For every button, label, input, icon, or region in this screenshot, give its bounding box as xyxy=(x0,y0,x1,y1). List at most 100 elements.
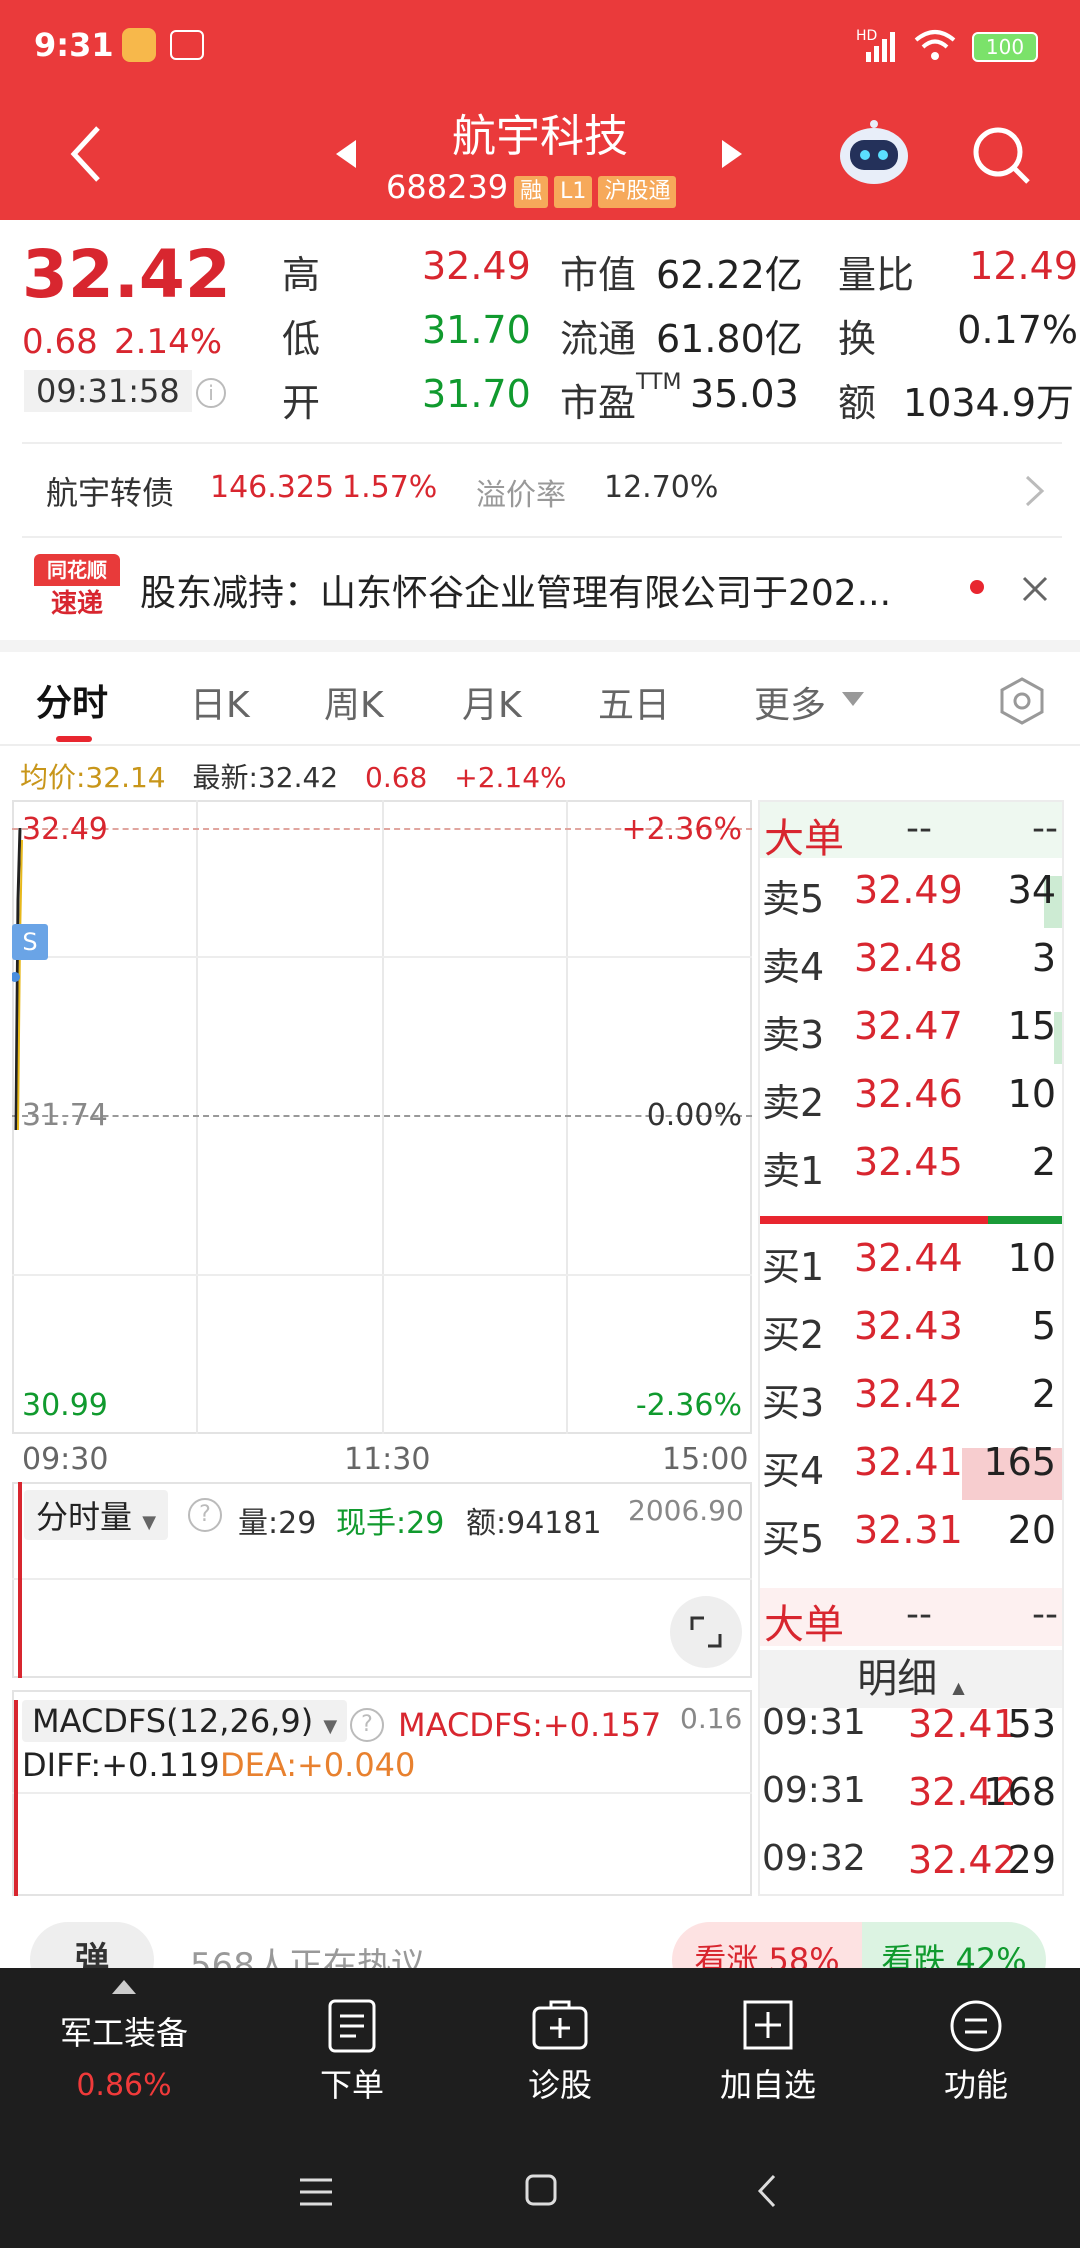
tick-volume: 168 xyxy=(983,1770,1056,1814)
float-label: 流通 xyxy=(560,317,637,361)
tab-weekly-k[interactable]: 周K xyxy=(324,676,384,728)
close-icon[interactable] xyxy=(1020,574,1050,604)
function-button[interactable]: 功能 xyxy=(896,1998,1056,2106)
next-stock-icon[interactable] xyxy=(720,138,744,170)
grid-line xyxy=(12,1792,752,1794)
premium-label: 溢价率 xyxy=(476,478,566,513)
sector-button[interactable]: 军工装备 0.86% xyxy=(36,1980,212,2103)
info-icon[interactable]: i xyxy=(196,378,226,408)
info-change: 0.68 xyxy=(365,761,428,794)
bid-label: 买2 xyxy=(762,1313,825,1357)
sell-row-3[interactable]: 卖3 32.47 15 xyxy=(762,1004,1062,1070)
turnover-label: 换 xyxy=(838,317,877,361)
diagnose-button[interactable]: 诊股 xyxy=(480,1998,640,2106)
convertible-bond-row[interactable]: 航宇转债 146.325 1.57% 溢价率 12.70% xyxy=(0,446,1080,536)
prev-stock-icon[interactable] xyxy=(334,138,358,170)
buy-row-3[interactable]: 买3 32.42 2 xyxy=(762,1372,1062,1438)
ask-size: 34 xyxy=(1007,868,1056,912)
order-icon xyxy=(328,1999,376,2053)
back-arrow-icon[interactable] xyxy=(66,124,106,184)
caret-down-icon xyxy=(842,692,864,706)
search-icon[interactable] xyxy=(970,124,1032,186)
order-button[interactable]: 下单 xyxy=(272,1998,432,2106)
turnover-value: 0.17% xyxy=(957,308,1078,352)
bid-price: 32.43 xyxy=(854,1304,963,1348)
bullish-button[interactable]: 看涨 58% xyxy=(672,1922,862,1968)
tick-row: 09:32 32.42 29 xyxy=(762,1838,1062,1904)
danmaku-button[interactable]: 弹 xyxy=(30,1922,154,1968)
big-order-v2: -- xyxy=(1032,808,1058,849)
grid-line xyxy=(12,956,752,958)
settings-hex-icon[interactable] xyxy=(998,676,1046,726)
tab-more[interactable]: 更多 xyxy=(754,676,826,728)
sell-row-4[interactable]: 卖4 32.48 3 xyxy=(762,936,1062,1002)
price-change: 0.68 xyxy=(22,322,98,362)
ask-label: 卖4 xyxy=(762,945,825,989)
tab-monthly-k[interactable]: 月K xyxy=(462,676,522,728)
add-watchlist-button[interactable]: 加自选 xyxy=(688,1998,848,2106)
bottom-action-bar: 军工装备 0.86% 下单 诊股 加自选 功能 xyxy=(0,1968,1080,2248)
tab-intraday[interactable]: 分时 xyxy=(36,674,108,726)
expand-button[interactable] xyxy=(670,1596,742,1668)
float-value: 61.80亿 xyxy=(656,317,803,361)
connect-badge: 沪股通 xyxy=(598,176,677,208)
tab-daily-k[interactable]: 日K xyxy=(190,676,250,728)
diagnose-icon xyxy=(532,2000,588,2050)
y-bottom-label: 30.99 xyxy=(22,1388,108,1423)
sell-row-2[interactable]: 卖2 32.46 10 xyxy=(762,1072,1062,1138)
l1-badge: L1 xyxy=(554,176,593,208)
volume-indicator-label: 分时量 xyxy=(36,1498,133,1536)
section-gap xyxy=(0,640,1080,652)
ask-price: 32.45 xyxy=(854,1140,963,1184)
prev-close-dash-line xyxy=(12,1115,752,1117)
macd-indicator-select[interactable]: MACDFS(12,26,9) ▼ xyxy=(22,1700,348,1742)
function-label: 功能 xyxy=(943,2066,1008,2104)
tick-row: 09:31 32.42 168 xyxy=(762,1770,1062,1836)
home-nav-icon[interactable] xyxy=(524,2172,558,2208)
robot-assistant-icon[interactable] xyxy=(836,118,912,188)
sell-row-5[interactable]: 卖5 32.49 34 xyxy=(762,868,1062,934)
buy-row-5[interactable]: 买5 32.31 20 xyxy=(762,1508,1062,1574)
y-mid-label: 31.74 xyxy=(22,1098,108,1133)
unread-dot xyxy=(970,580,984,594)
ask-size: 2 xyxy=(1031,1140,1056,1184)
y-mid-pct: 0.00% xyxy=(646,1098,742,1133)
help-icon[interactable]: ? xyxy=(188,1498,222,1532)
tab-five-day[interactable]: 五日 xyxy=(598,676,670,728)
notification-icon xyxy=(122,28,156,62)
bond-name: 航宇转债 xyxy=(46,474,175,512)
big-order-header: 大单 -- -- xyxy=(760,802,1062,862)
macd-bar xyxy=(14,1700,18,1896)
news-row[interactable]: 同花顺 速递 股东减持：山东怀谷企业管理有限公司于202... xyxy=(0,540,1080,636)
high-label: 高 xyxy=(282,253,321,297)
divider xyxy=(22,536,1062,538)
sell-row-1[interactable]: 卖1 32.45 2 xyxy=(762,1140,1062,1206)
status-time: 9:31 xyxy=(34,26,114,64)
y-bottom-pct: -2.36% xyxy=(635,1388,742,1423)
buy-row-1[interactable]: 买1 32.44 10 xyxy=(762,1236,1062,1302)
volume-indicator-select[interactable]: 分时量 ▼ xyxy=(24,1490,169,1540)
add-icon xyxy=(743,2000,793,2050)
bid-price: 32.42 xyxy=(854,1372,963,1416)
stock-code: 688239 xyxy=(386,168,509,206)
menu-nav-icon[interactable] xyxy=(298,2176,334,2208)
bid-label: 买1 xyxy=(762,1245,825,1289)
bearish-button[interactable]: 看跌 42% xyxy=(862,1922,1046,1968)
tick-volume: 53 xyxy=(1007,1702,1056,1746)
signal-marker[interactable]: S xyxy=(12,924,48,960)
bid-size: 5 xyxy=(1031,1304,1056,1348)
volume-now: 现手:29 xyxy=(336,1506,445,1541)
buy-row-4[interactable]: 买4 32.41 165 xyxy=(762,1440,1062,1506)
big-order-v2-2: -- xyxy=(1032,1594,1058,1635)
ask-price: 32.49 xyxy=(854,868,963,912)
buy-row-2[interactable]: 买2 32.43 5 xyxy=(762,1304,1062,1370)
back-nav-icon[interactable] xyxy=(754,2172,778,2210)
help-icon[interactable]: ? xyxy=(350,1708,384,1742)
ask-size: 10 xyxy=(1007,1072,1056,1116)
low-value: 31.70 xyxy=(422,308,531,352)
ask-price: 32.47 xyxy=(854,1004,963,1048)
detail-toggle[interactable]: 明细 ▲ xyxy=(760,1650,1062,1708)
pe-value: 35.03 xyxy=(690,372,799,416)
bid-ask-ratio-green xyxy=(988,1216,1062,1224)
stock-name: 航宇科技 xyxy=(452,111,628,162)
